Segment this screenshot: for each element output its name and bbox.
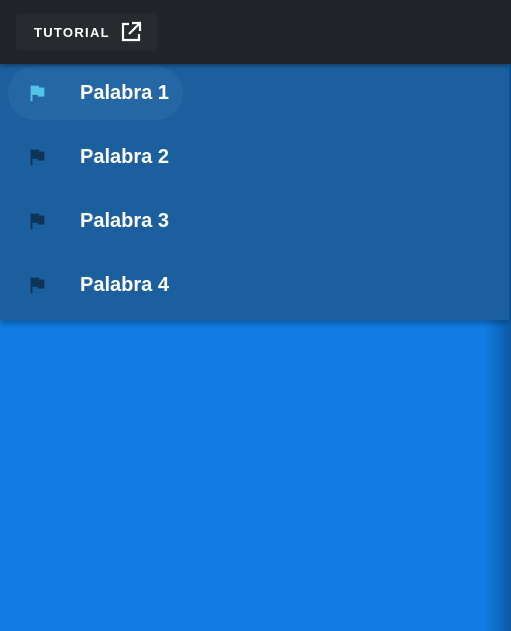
word-item-3[interactable]: Palabra 3 <box>0 192 509 256</box>
word-item-label: Palabra 3 <box>80 210 169 232</box>
flag-icon <box>30 213 45 230</box>
word-item-2[interactable]: Palabra 2 <box>0 128 509 192</box>
word-item-label: Palabra 1 <box>80 82 169 104</box>
flag-icon <box>30 149 45 166</box>
flag-icon <box>30 277 45 294</box>
word-item-4[interactable]: Palabra 4 <box>0 256 509 320</box>
open-in-new-icon <box>121 21 141 42</box>
tutorial-button[interactable]: TUTORIAL <box>16 14 157 50</box>
word-item-label: Palabra 2 <box>80 146 169 168</box>
flag-icon <box>30 85 45 102</box>
word-item-1[interactable]: Palabra 1 <box>0 64 509 128</box>
tutorial-button-label: TUTORIAL <box>34 24 110 40</box>
word-list-panel: Palabra 1 Palabra 2 Palabra 3 Palabra 4 <box>0 64 509 320</box>
top-bar: TUTORIAL <box>0 0 511 64</box>
word-item-label: Palabra 4 <box>80 274 169 296</box>
